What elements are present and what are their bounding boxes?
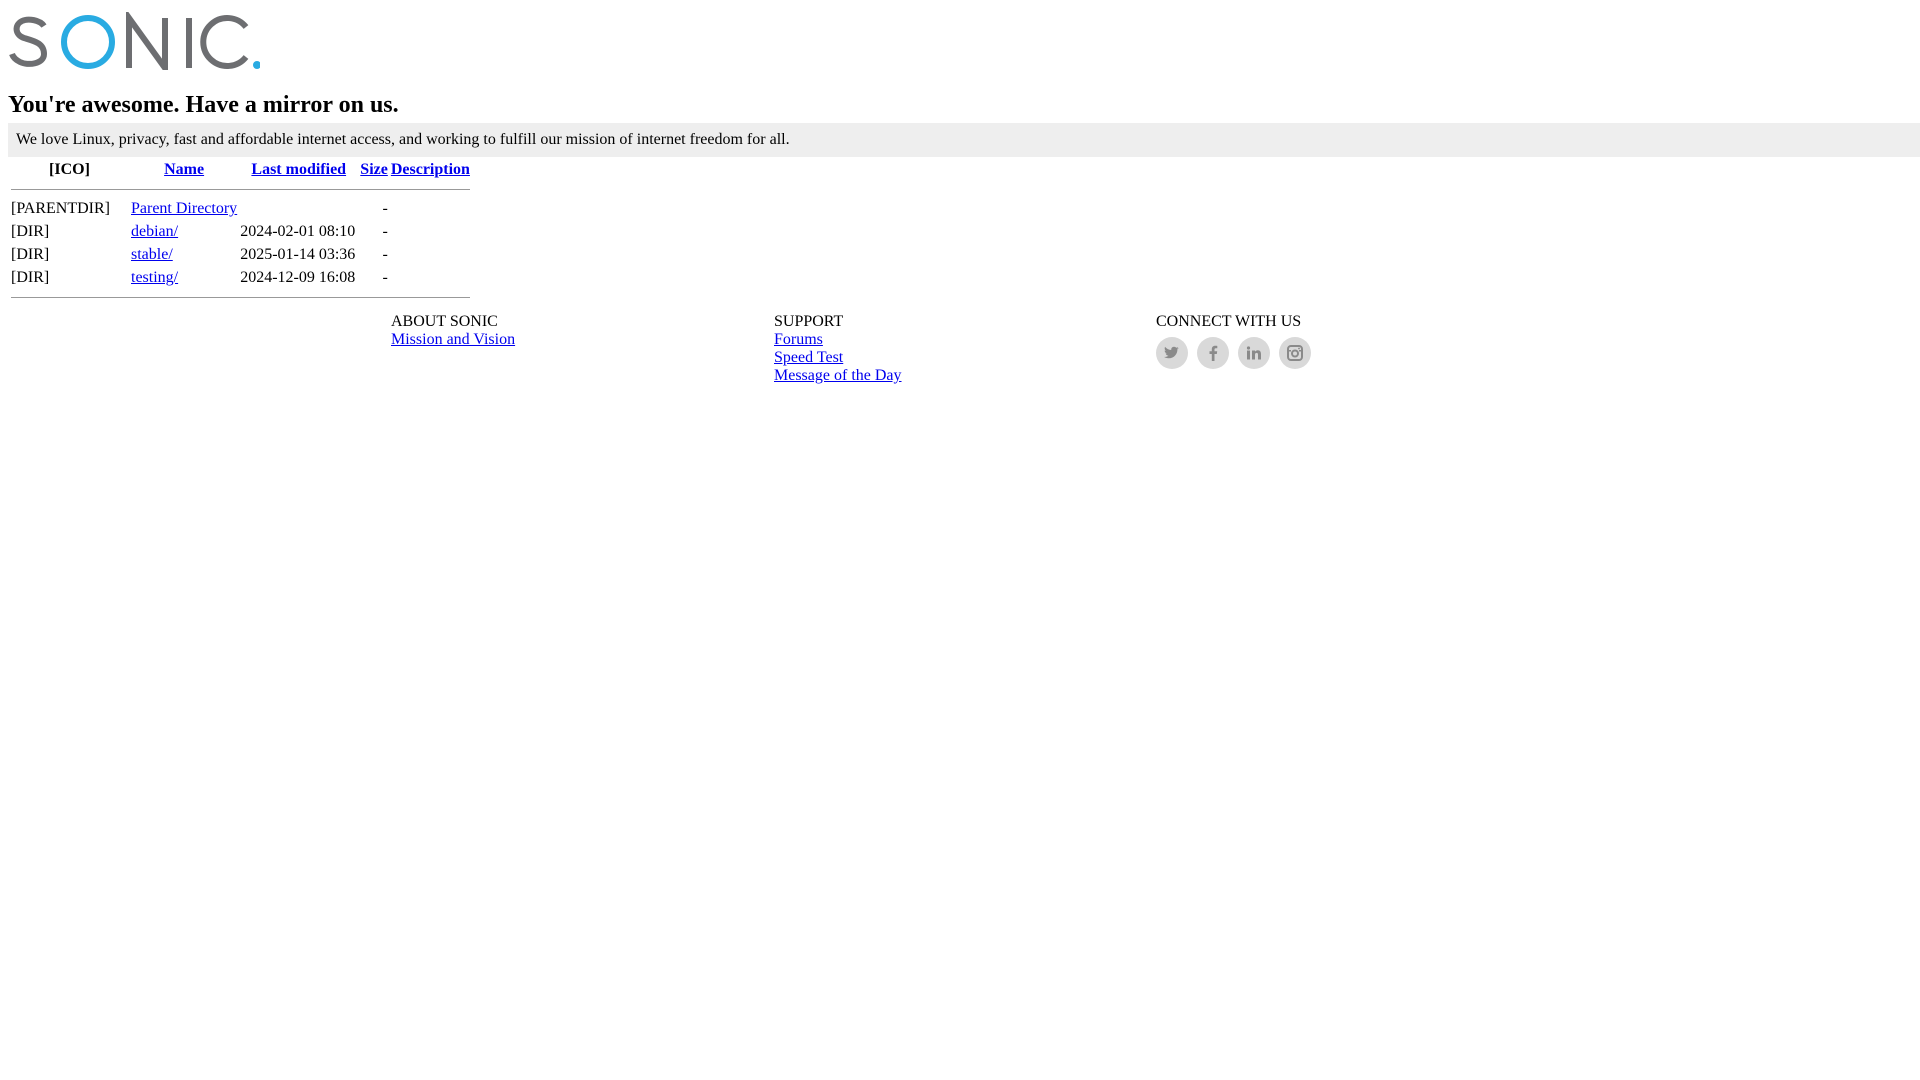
last-modified-column-header[interactable]: Last modified [240, 160, 357, 180]
table-row: [DIR] stable/ 2025-01-14 03:36 - [11, 245, 470, 265]
row-size: - [382, 200, 388, 217]
table-row: [PARENTDIR] Parent Directory - [11, 199, 470, 219]
footer-connect-heading: CONNECT WITH US [1156, 313, 1302, 330]
sort-by-description-link[interactable]: Description [391, 161, 470, 178]
parent-directory-link[interactable]: Parent Directory [131, 200, 237, 217]
row-size: - [382, 269, 388, 286]
footer-about-section: ABOUT SONIC Mission and Vision [391, 313, 515, 349]
folder-icon: [DIR] [11, 223, 50, 240]
footer-support-heading: SUPPORT [774, 313, 844, 330]
row-size: - [382, 223, 388, 240]
size-column-header[interactable]: Size [360, 160, 388, 180]
social-links [1156, 337, 1311, 369]
message-of-the-day-link[interactable]: Message of the Day [774, 367, 902, 385]
footer-support-section: SUPPORT Forums Speed Test Message of the… [774, 313, 902, 385]
column-icon-alt: [ICO] [49, 161, 90, 178]
row-date: 2024-02-01 08:10 [240, 223, 356, 240]
divider [11, 189, 470, 190]
footer-connect-section: CONNECT WITH US [1156, 313, 1311, 369]
directory-listing: [ICO] Name Last modified Size Descriptio… [8, 157, 473, 307]
tagline-banner: We love Linux, privacy, fast and afforda… [8, 123, 1920, 157]
twitter-icon[interactable] [1156, 337, 1188, 369]
row-size: - [382, 246, 388, 263]
facebook-icon[interactable] [1197, 337, 1229, 369]
directory-link-stable[interactable]: stable/ [131, 246, 173, 263]
folder-icon: [DIR] [11, 246, 50, 263]
table-row: [DIR] testing/ 2024-12-09 16:08 - [11, 268, 470, 288]
folder-icon: [DIR] [11, 269, 50, 286]
instagram-icon[interactable] [1279, 337, 1311, 369]
sort-by-last-modified-link[interactable]: Last modified [251, 161, 346, 178]
row-date: 2025-01-14 03:36 [240, 246, 356, 263]
speed-test-link[interactable]: Speed Test [774, 349, 902, 367]
footer-divider-row [11, 291, 470, 304]
row-description [391, 268, 470, 288]
row-date: 2024-12-09 16:08 [240, 269, 356, 286]
sort-by-size-link[interactable]: Size [360, 161, 388, 178]
page-title: You're awesome. Have a mirror on us. [8, 92, 399, 118]
forums-link[interactable]: Forums [774, 331, 902, 349]
divider [11, 297, 470, 298]
description-column-header[interactable]: Description [391, 160, 470, 180]
row-description [391, 199, 470, 219]
row-description [391, 245, 470, 265]
directory-link-testing[interactable]: testing/ [131, 269, 178, 286]
sort-by-name-link[interactable]: Name [164, 161, 204, 178]
footer-about-heading: ABOUT SONIC [391, 313, 498, 330]
row-description [391, 222, 470, 242]
header-divider-row [11, 183, 470, 196]
table-row: [DIR] debian/ 2024-02-01 08:10 - [11, 222, 470, 242]
table-header-row: [ICO] Name Last modified Size Descriptio… [11, 160, 470, 180]
directory-link-debian[interactable]: debian/ [131, 223, 178, 240]
name-column-header[interactable]: Name [131, 160, 237, 180]
row-date [240, 199, 357, 219]
linkedin-icon[interactable] [1238, 337, 1270, 369]
mission-and-vision-link[interactable]: Mission and Vision [391, 331, 515, 349]
sonic-logo[interactable] [8, 12, 260, 70]
parent-dir-icon: [PARENTDIR] [11, 200, 110, 217]
icon-column-header: [ICO] [11, 160, 128, 180]
